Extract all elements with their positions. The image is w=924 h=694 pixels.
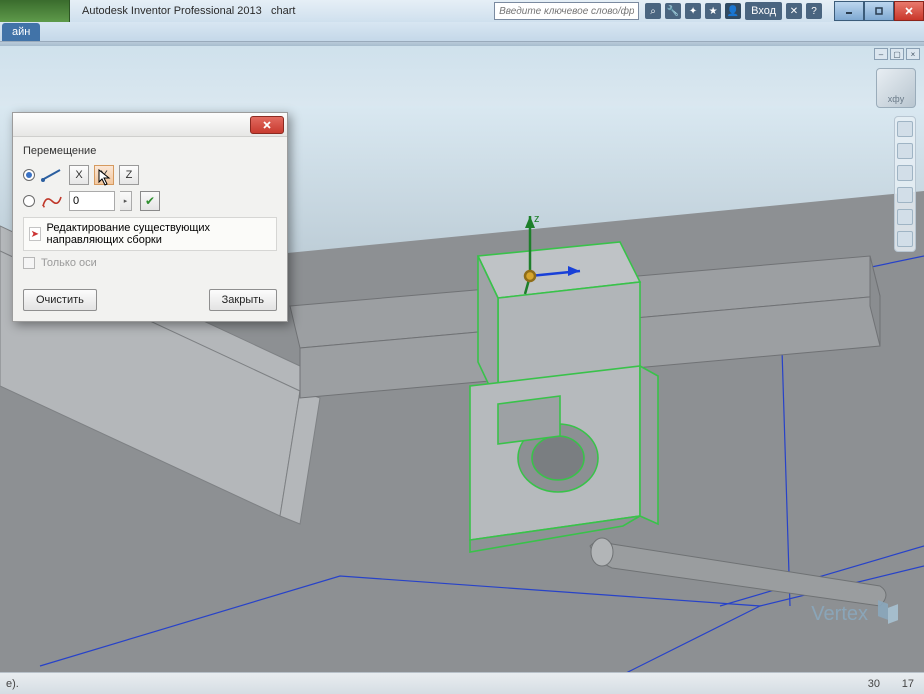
axis-y-label: Y xyxy=(100,169,107,181)
sign-in-button[interactable]: Вход xyxy=(745,2,782,20)
document-window-controls: – ▢ × xyxy=(874,48,920,60)
radio-free-move[interactable] xyxy=(23,195,35,207)
nav-wheel-icon[interactable] xyxy=(897,143,913,159)
exchange-icon[interactable]: ✦ xyxy=(685,3,701,19)
minimize-button[interactable] xyxy=(834,1,864,21)
app-title: Autodesk Inventor Professional 2013 char… xyxy=(82,5,295,17)
view-cube[interactable]: xфy xyxy=(876,68,916,108)
nav-pan-icon[interactable] xyxy=(897,165,913,181)
axis-z-button[interactable]: Z xyxy=(119,165,139,185)
axes-only-label: Только оси xyxy=(41,257,97,269)
axis-x-button[interactable]: X xyxy=(69,165,89,185)
document-name: chart xyxy=(271,5,295,17)
line-vector-icon xyxy=(40,167,64,183)
app-name: Autodesk Inventor Professional 2013 xyxy=(82,5,262,17)
axes-only-row: Только оси xyxy=(23,257,277,269)
key-icon[interactable]: 🔧 xyxy=(665,3,681,19)
pointer-icon: ➤ xyxy=(29,227,41,241)
status-text: e). xyxy=(6,678,19,690)
favorite-icon[interactable]: ★ xyxy=(705,3,721,19)
axis-y-button[interactable]: Y xyxy=(94,165,114,185)
move-along-axis-row: X Y Z xyxy=(23,165,277,185)
doc-restore-button[interactable]: ▢ xyxy=(890,48,904,60)
infocenter-icons: ⌕ 🔧 ✦ ★ 👤 Вход ✕ ? xyxy=(645,2,822,20)
move-free-row: ▸ ✔ xyxy=(23,191,277,211)
distance-input[interactable] xyxy=(69,191,115,211)
window-controls xyxy=(834,0,924,22)
dialog-close-button[interactable] xyxy=(250,116,284,134)
nav-orbit-icon[interactable] xyxy=(897,209,913,225)
window-close-button[interactable] xyxy=(894,1,924,21)
user-icon[interactable]: 👤 xyxy=(725,3,741,19)
status-value-b: 17 xyxy=(884,678,918,690)
search-input[interactable] xyxy=(494,2,639,20)
dialog-titlebar[interactable] xyxy=(13,113,287,137)
dialog-title: Перемещение xyxy=(23,145,277,157)
watermark: Vertex xyxy=(811,600,902,628)
status-value-a: 30 xyxy=(850,678,884,690)
ribbon-active-tab[interactable]: айн xyxy=(2,23,40,41)
title-bar: Autodesk Inventor Professional 2013 char… xyxy=(0,0,924,22)
nav-home-icon[interactable] xyxy=(897,121,913,137)
move-dialog[interactable]: Перемещение X Y Z xyxy=(12,112,288,322)
nav-lookat-icon[interactable] xyxy=(897,231,913,247)
watermark-text: Vertex xyxy=(811,603,868,626)
ribbon-tabs[interactable]: айн xyxy=(0,22,924,42)
close-button[interactable]: Закрыть xyxy=(209,289,277,311)
close-infocenter-icon[interactable]: ✕ xyxy=(786,3,802,19)
maximize-button[interactable] xyxy=(864,1,894,21)
axes-only-checkbox[interactable] xyxy=(23,257,35,269)
edit-constraints-label: Редактирование существующих направляющих… xyxy=(47,222,271,246)
distance-stepper[interactable]: ▸ xyxy=(120,191,132,211)
help-icon[interactable]: ? xyxy=(806,3,822,19)
doc-close-button[interactable]: × xyxy=(906,48,920,60)
apply-button[interactable]: ✔ xyxy=(140,191,160,211)
nav-zoom-icon[interactable] xyxy=(897,187,913,203)
svg-text:z: z xyxy=(534,213,540,225)
clear-button[interactable]: Очистить xyxy=(23,289,97,311)
watermark-logo-icon xyxy=(874,600,902,628)
doc-minimize-button[interactable]: – xyxy=(874,48,888,60)
quick-access-toolbar[interactable] xyxy=(0,0,70,22)
free-move-icon xyxy=(40,193,64,209)
edit-constraints-row[interactable]: ➤ Редактирование существующих направляющ… xyxy=(23,217,277,251)
status-bar: e). 30 17 xyxy=(0,672,924,694)
binoculars-icon[interactable]: ⌕ xyxy=(645,3,661,19)
radio-along-axis[interactable] xyxy=(23,169,35,181)
navigation-bar xyxy=(894,116,916,252)
